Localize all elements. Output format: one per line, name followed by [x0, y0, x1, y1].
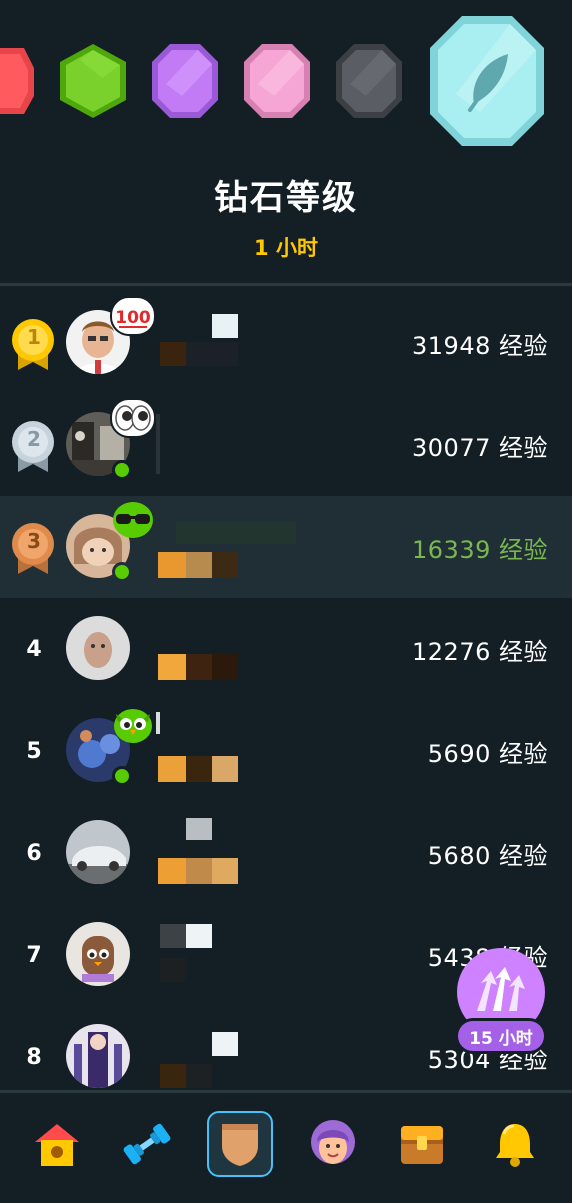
leaderboard-row-5[interactable]: 5 5690 经验	[0, 700, 572, 802]
name-blur	[212, 1032, 238, 1056]
name-blur	[156, 712, 160, 734]
avatar[interactable]	[66, 616, 130, 680]
xp-value: 5680 经验	[427, 841, 548, 870]
sunglasses-emoji-icon	[113, 502, 153, 538]
name-blur	[186, 552, 212, 578]
green-badge-icon	[60, 44, 126, 118]
rank-number: 7	[26, 942, 42, 968]
pink-badge-icon	[244, 44, 310, 118]
rank-number: 6	[26, 840, 42, 866]
gray-badge-icon	[336, 44, 402, 118]
name-blur	[156, 414, 160, 474]
name-blur	[186, 756, 212, 782]
xp-value: 30077 经验	[412, 433, 548, 462]
tab-leaderboard[interactable]	[207, 1111, 273, 1177]
chest-icon	[401, 1126, 443, 1164]
rank-number: 3	[27, 529, 41, 553]
online-indicator	[112, 460, 132, 480]
leaderboard-row-3-current-user[interactable]: 3 16339 经验	[0, 496, 572, 598]
xp-boost-time-label: 15 小时	[455, 1018, 547, 1054]
tab-notifications[interactable]	[482, 1111, 548, 1177]
name-blur	[158, 552, 186, 578]
tab-quests[interactable]	[389, 1111, 455, 1177]
name-blur	[212, 552, 238, 578]
avatar[interactable]	[66, 922, 130, 986]
online-indicator	[112, 766, 132, 786]
leaderboard-row-2[interactable]: 2 30077 经验	[0, 394, 572, 496]
name-blur	[160, 958, 186, 982]
bell-icon	[496, 1124, 534, 1167]
diamond-badge-icon	[430, 16, 544, 146]
name-blur	[160, 924, 186, 948]
league-badges	[0, 0, 572, 160]
name-blur	[186, 924, 212, 948]
shield-icon	[222, 1124, 258, 1166]
xp-value: 12276 经验	[412, 637, 548, 666]
name-blur	[186, 342, 238, 366]
100-emoji-icon: 100	[110, 296, 156, 336]
xp-boost-arrows-icon	[477, 967, 525, 1011]
name-blur	[176, 522, 296, 544]
leaderboard-row-6[interactable]: 6 5680 经验	[0, 802, 572, 904]
rank-number: 2	[27, 427, 41, 451]
name-blur	[212, 858, 238, 884]
leaderboard-row-4[interactable]: 4 12276 经验	[0, 598, 572, 700]
xp-value: 5690 经验	[427, 739, 548, 768]
avatar[interactable]	[66, 1024, 130, 1088]
eyes-emoji-icon	[110, 398, 156, 438]
online-indicator	[112, 562, 132, 582]
xp-value: 31948 经验	[412, 331, 548, 360]
purple-badge-icon	[152, 44, 218, 118]
rank-number: 5	[26, 738, 42, 764]
name-blur	[158, 858, 186, 884]
tab-practice[interactable]	[114, 1111, 180, 1177]
name-blur	[212, 756, 238, 782]
name-blur	[186, 858, 212, 884]
rank-number: 1	[27, 325, 41, 349]
rank-number: 4	[26, 636, 42, 662]
xp-boost-button[interactable]: 15 小时	[455, 948, 547, 1060]
xp-value: 16339 经验	[412, 535, 548, 564]
name-blur	[160, 1064, 186, 1088]
duo-owl-icon	[114, 709, 152, 743]
tab-profile[interactable]	[300, 1111, 366, 1177]
league-title: 钻石等级	[214, 178, 358, 218]
avatar[interactable]	[66, 820, 130, 884]
home-icon	[35, 1124, 79, 1166]
name-blur	[186, 654, 212, 680]
bottom-tab-bar	[0, 1090, 572, 1203]
name-blur	[160, 342, 186, 366]
name-blur	[186, 818, 212, 840]
league-time-left: 1 小时	[254, 236, 318, 260]
svg-text:100: 100	[115, 308, 151, 328]
profile-icon	[311, 1120, 355, 1164]
dumbbell-icon	[123, 1123, 171, 1165]
leaderboard-row-1[interactable]: 1 100 31948 经验	[0, 292, 572, 394]
name-blur	[212, 654, 238, 680]
name-blur	[186, 1064, 212, 1088]
red-badge-icon	[0, 48, 34, 114]
top-divider	[0, 283, 572, 286]
tab-learn[interactable]	[24, 1111, 90, 1177]
name-blur	[212, 314, 238, 338]
name-blur	[158, 654, 186, 680]
name-blur	[158, 756, 186, 782]
